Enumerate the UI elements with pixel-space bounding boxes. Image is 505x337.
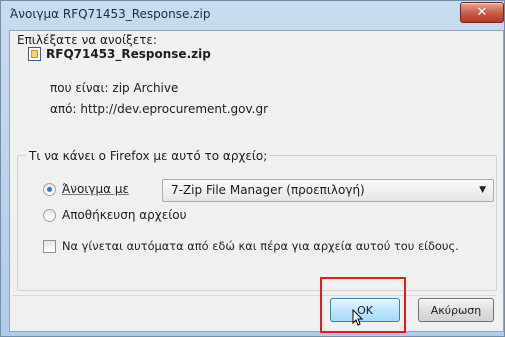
title-bar[interactable]: Άνοιγμα RFQ71453_Response.zip ✕: [1, 1, 504, 29]
auto-action-label[interactable]: Να γίνεται αυτόματα από εδώ και πέρα για…: [62, 239, 459, 253]
file-source: από: http://dev.eprocurement.gov.gr: [50, 102, 269, 116]
close-button[interactable]: ✕: [460, 2, 504, 23]
chevron-down-icon: ▼: [479, 185, 486, 195]
save-file-radio[interactable]: [43, 209, 56, 222]
file-icon: [28, 47, 41, 61]
action-group-label: Τι να κάνει ο Firefox με αυτό το αρχείο;: [26, 149, 271, 163]
open-prompt: Επιλέξατε να ανοίξετε:: [17, 33, 157, 47]
cancel-button-label: Ακύρωση: [430, 303, 482, 317]
action-groupbox: [17, 155, 497, 291]
open-with-radio[interactable]: [43, 183, 56, 196]
file-type: που είναι: zip Archive: [50, 81, 179, 95]
auto-action-checkbox[interactable]: [43, 240, 56, 253]
mouse-cursor-icon: [352, 309, 364, 326]
file-name: RFQ71453_Response.zip: [46, 47, 211, 61]
application-select[interactable]: 7-Zip File Manager (προεπιλογή) ▼: [162, 179, 494, 202]
application-select-value: 7-Zip File Manager (προεπιλογή): [171, 183, 365, 197]
divider: [12, 295, 496, 296]
window-title: Άνοιγμα RFQ71453_Response.zip: [10, 7, 211, 21]
cancel-button[interactable]: Ακύρωση: [418, 298, 494, 322]
close-icon: ✕: [476, 5, 488, 20]
open-with-label[interactable]: Άνοιγμα με: [62, 182, 129, 196]
save-file-label[interactable]: Αποθήκευση αρχείου: [62, 208, 187, 222]
